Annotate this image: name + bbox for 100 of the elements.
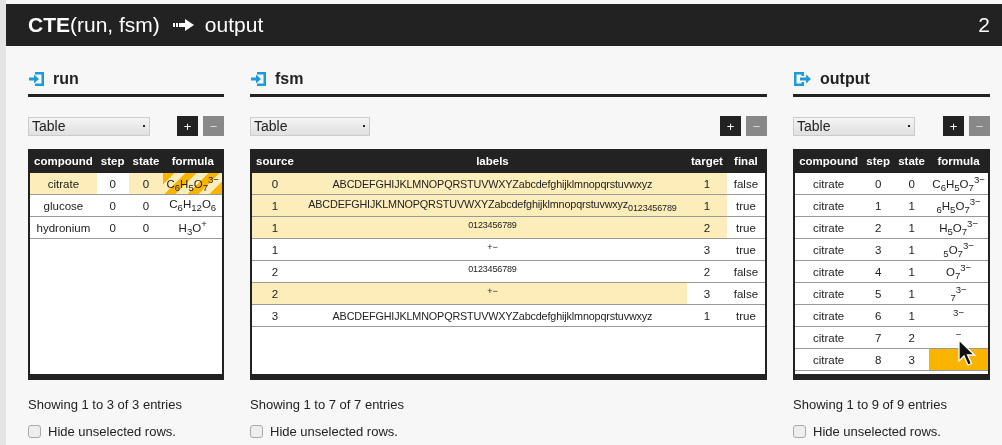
table-cell[interactable]: 1 [894, 216, 930, 239]
view-select[interactable]: Table [28, 116, 150, 136]
table-cell[interactable]: 8 [862, 348, 895, 371]
table-cell[interactable]: 0 [96, 194, 129, 217]
column-header[interactable]: formula [929, 149, 988, 173]
table-cell[interactable]: 0 [128, 194, 164, 217]
table-cell[interactable]: 2 [894, 326, 930, 349]
table-cell[interactable]: 2 [252, 282, 298, 305]
table-cell[interactable]: 0 [128, 173, 164, 195]
table-cell[interactable]: citrate [795, 216, 863, 239]
table-cell[interactable]: citrate [795, 326, 863, 349]
table-cell[interactable]: +− [297, 238, 687, 261]
checkbox-label[interactable]: Hide unselected rows. [270, 424, 398, 439]
table-cell[interactable]: 3− [929, 304, 988, 327]
table-cell[interactable]: 1 [862, 194, 895, 217]
table-cell[interactable]: 3 [252, 304, 298, 327]
table-cell[interactable]: citrate [795, 348, 863, 371]
column-header[interactable]: compound [30, 149, 97, 173]
table-cell[interactable]: 0 [96, 173, 129, 195]
column-header[interactable]: final [726, 149, 765, 173]
table-cell[interactable]: citrate [795, 260, 863, 283]
column-header[interactable]: step [96, 149, 129, 173]
exit-icon [794, 71, 812, 87]
checkbox-label[interactable]: Hide unselected rows. [48, 424, 176, 439]
table-cell[interactable]: citrate [795, 238, 863, 261]
checkbox-label[interactable]: Hide unselected rows. [813, 424, 941, 439]
checkbox[interactable] [28, 425, 41, 438]
table-cell[interactable]: 1 [252, 216, 298, 239]
column-header[interactable]: source [252, 149, 298, 173]
table-cell[interactable]: false [726, 173, 765, 195]
table-cell[interactable]: H$_{3}$O$^{+}$ [163, 216, 222, 239]
column-header[interactable]: step [862, 149, 895, 173]
table-cell[interactable]: true [726, 216, 765, 239]
table-cell[interactable]: false [726, 260, 765, 283]
table-cell[interactable]: 1 [894, 260, 930, 283]
table-cell[interactable]: 3 [687, 282, 727, 305]
add-button[interactable]: + [720, 116, 741, 136]
entries-info: Showing 1 to 9 of 9 entries [793, 397, 948, 412]
table-cell[interactable]: 0 [862, 173, 895, 195]
table-cell[interactable]: 2 [252, 260, 298, 283]
table-cell[interactable]: 1 [252, 238, 298, 261]
table-cell[interactable]: 0 [128, 216, 164, 239]
table-cell[interactable]: 6 [862, 304, 895, 327]
checkbox[interactable] [793, 425, 806, 438]
table-cell[interactable]: citrate [795, 304, 863, 327]
column-header[interactable]: compound [795, 149, 863, 173]
entries-info: Showing 1 to 7 of 7 entries [250, 397, 405, 412]
table-cell[interactable]: true [726, 194, 765, 217]
table-cell[interactable]: ABCDEFGHIJKLMNOPQRSTUVWXYZabcdefghijklmnopqrstuvwxyz$_{0123456789}$ [297, 194, 687, 217]
panel-title: run [53, 70, 79, 88]
view-select[interactable]: Table [250, 116, 370, 136]
column-header[interactable]: labels [297, 149, 687, 173]
mouse-pointer-icon [958, 339, 976, 367]
column-header[interactable]: state [894, 149, 930, 173]
table-cell[interactable]: ABCDEFGHIJKLMNOPQRSTUVWXYZabcdefghijklmnopqrstuvwxyz [297, 173, 687, 195]
table-cell[interactable]: 1 [252, 194, 298, 217]
table-cell[interactable]: citrate [30, 173, 97, 195]
table-cell[interactable]: 7 [862, 326, 895, 349]
table-cell[interactable]: 2 [687, 260, 727, 283]
table-cell[interactable]: citrate [795, 282, 863, 305]
panel-title: fsm [275, 70, 304, 88]
table-cell[interactable]: 0 [96, 216, 129, 239]
table-cell[interactable]: 3 [862, 238, 895, 261]
add-button[interactable]: + [943, 116, 964, 136]
checkbox[interactable] [250, 425, 263, 438]
table-cell[interactable]: 1 [894, 304, 930, 327]
view-select[interactable]: Table [793, 116, 915, 136]
table-cell[interactable]: citrate [795, 194, 863, 217]
table-cell[interactable]: 1 [687, 173, 727, 195]
table-cell[interactable]: 0123456789 [297, 216, 687, 239]
enter-icon [251, 71, 267, 87]
table-cell[interactable]: 5 [862, 282, 895, 305]
panel-title: output [820, 70, 870, 88]
arrow-icon [172, 19, 195, 31]
table-cell[interactable]: glucose [30, 194, 97, 217]
table-cell[interactable]: 1 [894, 282, 930, 305]
table-cell[interactable]: 0 [894, 173, 930, 195]
table-cell[interactable]: 1 [687, 304, 727, 327]
table-cell[interactable]: 1 [894, 238, 930, 261]
add-button[interactable]: + [177, 116, 198, 136]
table-cell[interactable]: true [726, 238, 765, 261]
entries-info: Showing 1 to 3 of 3 entries [28, 397, 183, 412]
table-cell[interactable]: false [726, 282, 765, 305]
table-cell[interactable]: C$_{6}$H$_{12}$O$_{6}$ [163, 194, 222, 217]
table-cell[interactable]: 0 [252, 173, 298, 195]
table-cell[interactable]: 1 [894, 194, 930, 217]
table-cell[interactable]: 2 [862, 216, 895, 239]
column-header[interactable]: state [128, 149, 164, 173]
table-cell[interactable]: citrate [795, 173, 863, 195]
column-header[interactable]: target [687, 149, 727, 173]
table-cell[interactable]: 0123456789 [297, 260, 687, 283]
table-cell[interactable]: +− [297, 282, 687, 305]
table-cell[interactable]: true [726, 304, 765, 327]
column-header[interactable]: formula [163, 149, 222, 173]
table-cell[interactable]: 4 [862, 260, 895, 283]
table-cell[interactable]: ABCDEFGHIJKLMNOPQRSTUVWXYZabcdefghijklmnopqrstuvwxyz [297, 304, 687, 327]
page-count: 2 [978, 13, 990, 37]
title-function: CTE(run, fsm) [28, 13, 160, 37]
table-cell[interactable]: 3 [687, 238, 727, 261]
table-cell[interactable]: hydronium [30, 216, 97, 239]
